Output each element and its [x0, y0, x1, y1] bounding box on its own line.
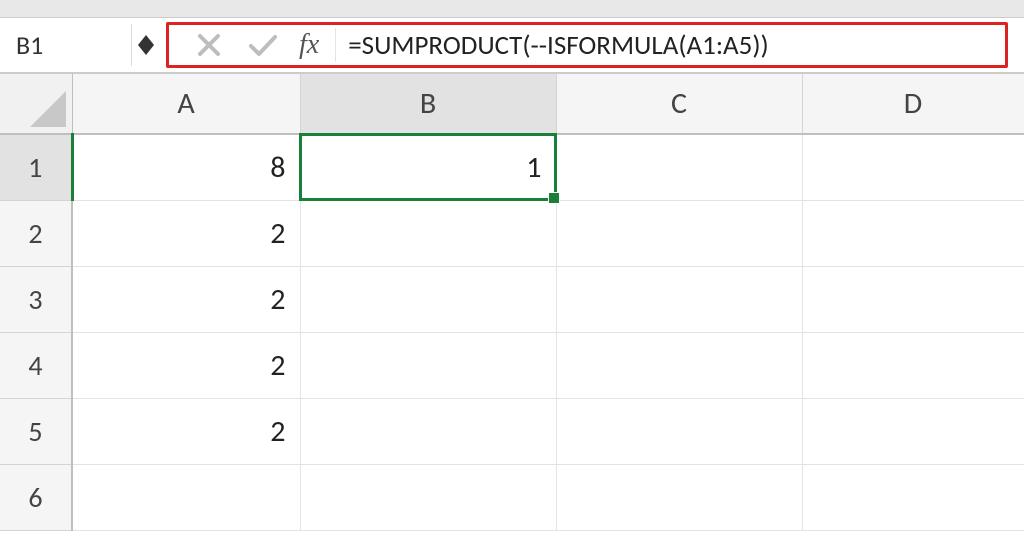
- column-header-B[interactable]: B: [300, 74, 556, 134]
- top-chrome-gap: [0, 0, 1024, 18]
- chevron-down-icon: [138, 45, 154, 55]
- sheet-table: A B C D 1 8 1 2 2: [0, 74, 1024, 531]
- formula-bar-highlight: fx: [166, 22, 1008, 68]
- cell-B3[interactable]: [300, 266, 556, 332]
- cell-A4[interactable]: 2: [72, 332, 300, 398]
- cell-C1[interactable]: [556, 134, 802, 200]
- select-all-corner[interactable]: [0, 74, 72, 134]
- chevron-up-icon: [138, 35, 154, 45]
- name-box[interactable]: B1: [4, 24, 132, 66]
- cell-B6[interactable]: [300, 464, 556, 530]
- cell-A5[interactable]: 2: [72, 398, 300, 464]
- sheet-grid[interactable]: A B C D 1 8 1 2 2: [0, 74, 1024, 536]
- cell-B4[interactable]: [300, 332, 556, 398]
- fx-label-text: fx: [299, 29, 319, 61]
- column-header-D[interactable]: D: [802, 74, 1024, 134]
- cell-D2[interactable]: [802, 200, 1024, 266]
- cell-D4[interactable]: [802, 332, 1024, 398]
- row-header-5[interactable]: 5: [0, 398, 72, 464]
- close-icon: [197, 33, 221, 57]
- name-box-stepper[interactable]: [132, 24, 160, 66]
- formula-bar: B1 fx: [0, 18, 1024, 74]
- cell-D3[interactable]: [802, 266, 1024, 332]
- cell-C5[interactable]: [556, 398, 802, 464]
- cancel-button[interactable]: [191, 27, 227, 63]
- cell-C4[interactable]: [556, 332, 802, 398]
- fx-button[interactable]: fx: [291, 29, 327, 61]
- row-header-1[interactable]: 1: [0, 134, 72, 200]
- column-header-C[interactable]: C: [556, 74, 802, 134]
- check-icon: [248, 33, 278, 57]
- cell-A3[interactable]: 2: [72, 266, 300, 332]
- cell-C2[interactable]: [556, 200, 802, 266]
- formula-actions: [169, 27, 291, 63]
- enter-button[interactable]: [245, 27, 281, 63]
- row-header-2[interactable]: 2: [0, 200, 72, 266]
- formula-input[interactable]: [344, 25, 1005, 65]
- cell-D5[interactable]: [802, 398, 1024, 464]
- row-header-6[interactable]: 6: [0, 464, 72, 530]
- cell-B2[interactable]: [300, 200, 556, 266]
- row-header-3[interactable]: 3: [0, 266, 72, 332]
- cell-C6[interactable]: [556, 464, 802, 530]
- cell-D6[interactable]: [802, 464, 1024, 530]
- row-header-4[interactable]: 4: [0, 332, 72, 398]
- cell-B1[interactable]: 1: [300, 134, 556, 200]
- cell-B5[interactable]: [300, 398, 556, 464]
- cell-A1[interactable]: 8: [72, 134, 300, 200]
- cell-D1[interactable]: [802, 134, 1024, 200]
- column-header-A[interactable]: A: [72, 74, 300, 134]
- cell-C3[interactable]: [556, 266, 802, 332]
- cell-A6[interactable]: [72, 464, 300, 530]
- cell-A2[interactable]: 2: [72, 200, 300, 266]
- fx-divider: [335, 28, 336, 62]
- spreadsheet-window: B1 fx: [0, 0, 1024, 536]
